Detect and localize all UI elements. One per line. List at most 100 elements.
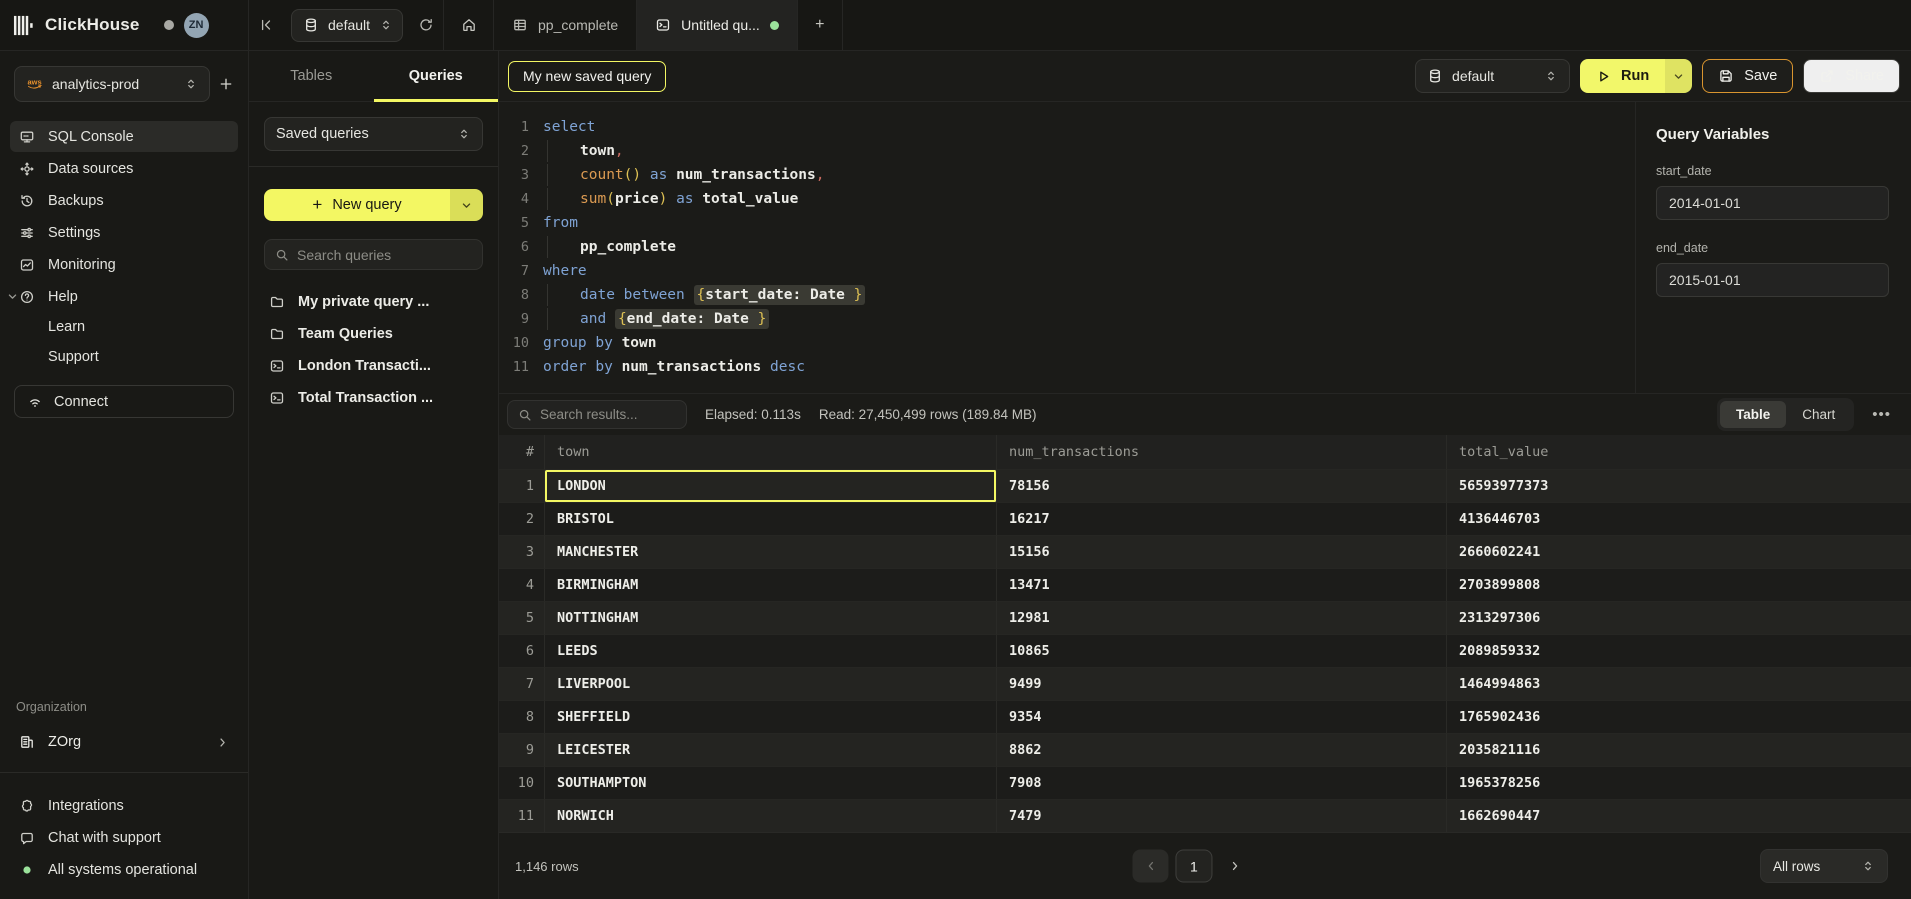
cell-town[interactable]: LEEDS — [545, 635, 997, 668]
cell-town[interactable]: LONDON — [545, 470, 997, 503]
sidebar-item-backups[interactable]: Backups — [10, 185, 238, 216]
saved-query-item[interactable]: London Transacti... — [264, 350, 483, 382]
code-line[interactable]: 4sum(price) as total_value — [499, 187, 1635, 211]
cell-total_value[interactable]: 2089859332 — [1447, 635, 1911, 668]
current-page[interactable]: 1 — [1175, 850, 1212, 883]
cell-town[interactable]: BIRMINGHAM — [545, 569, 997, 602]
code-line[interactable]: 6pp_complete — [499, 235, 1635, 259]
sidebar-subitem-learn[interactable]: Learn — [0, 312, 248, 342]
cell-total_value[interactable]: 4136446703 — [1447, 503, 1911, 536]
cell-num_transactions[interactable]: 78156 — [997, 470, 1447, 503]
cell-town[interactable]: NORWICH — [545, 800, 997, 833]
chevron-down-icon[interactable] — [6, 290, 19, 303]
save-button[interactable]: Save — [1702, 59, 1793, 93]
editor-tab[interactable]: Untitled qu... — [637, 0, 797, 50]
column-header-index[interactable]: # — [499, 435, 545, 470]
code-line[interactable]: 7where — [499, 259, 1635, 283]
saved-query-item[interactable]: Team Queries — [264, 318, 483, 350]
saved-query-tab[interactable]: My new saved query — [508, 61, 666, 92]
connect-button[interactable]: Connect — [14, 385, 234, 418]
view-tab-table[interactable]: Table — [1720, 401, 1786, 428]
sidebar-subitem-support[interactable]: Support — [0, 342, 248, 372]
cell-total_value[interactable]: 1464994863 — [1447, 668, 1911, 701]
cell-total_value[interactable]: 2660602241 — [1447, 536, 1911, 569]
panel-tab-tables[interactable]: Tables — [249, 51, 374, 101]
sql-editor[interactable]: 1select2town,3count() as num_transaction… — [499, 102, 1635, 393]
panel-tab-queries[interactable]: Queries — [374, 51, 499, 101]
cell-town[interactable]: MANCHESTER — [545, 536, 997, 569]
column-header-town[interactable]: town — [545, 435, 997, 470]
code-line[interactable]: 8date between {start_date: Date } — [499, 283, 1635, 307]
sidebar-item-data-sources[interactable]: Data sources — [10, 153, 238, 184]
cell-total_value[interactable]: 1965378256 — [1447, 767, 1911, 800]
results-more-button[interactable]: ••• — [1868, 406, 1895, 423]
search-queries-input[interactable] — [297, 247, 478, 263]
saved-query-item[interactable]: Total Transaction ... — [264, 382, 483, 414]
refresh-button[interactable] — [409, 8, 443, 42]
cell-total_value[interactable]: 2703899808 — [1447, 569, 1911, 602]
column-header-total_value[interactable]: total_value — [1447, 435, 1911, 470]
topbar-database-selector[interactable]: default — [291, 9, 403, 42]
query-variable-chip[interactable]: {end_date: Date } — [615, 309, 769, 329]
cell-total_value[interactable]: 56593977373 — [1447, 470, 1911, 503]
cell-num_transactions[interactable]: 15156 — [997, 536, 1447, 569]
cell-town[interactable]: LIVERPOOL — [545, 668, 997, 701]
cell-town[interactable]: BRISTOL — [545, 503, 997, 536]
cell-num_transactions[interactable]: 7908 — [997, 767, 1447, 800]
home-tab-button[interactable] — [444, 0, 493, 50]
sidebar-item-sql-console[interactable]: SQL Console — [10, 121, 238, 152]
saved-queries-selector[interactable]: Saved queries — [264, 117, 483, 151]
cell-town[interactable]: NOTTINGHAM — [545, 602, 997, 635]
sidebar-item-settings[interactable]: Settings — [10, 217, 238, 248]
cell-num_transactions[interactable]: 10865 — [997, 635, 1447, 668]
query-variable-chip[interactable]: {start_date: Date } — [694, 285, 866, 305]
cell-num_transactions[interactable]: 12981 — [997, 602, 1447, 635]
sidebar-item-monitoring[interactable]: Monitoring — [10, 249, 238, 280]
code-line[interactable]: 3count() as num_transactions, — [499, 163, 1635, 187]
sidebar-footer-integrations[interactable]: Integrations — [0, 791, 248, 821]
start-date-input[interactable] — [1656, 186, 1889, 220]
run-button[interactable]: Run — [1580, 59, 1665, 93]
cell-num_transactions[interactable]: 7479 — [997, 800, 1447, 833]
previous-page-button[interactable] — [1132, 850, 1168, 883]
saved-query-item[interactable]: My private query ... — [264, 286, 483, 318]
collapse-sidebar-button[interactable] — [249, 8, 283, 42]
share-button[interactable]: Share — [1803, 59, 1900, 93]
cell-num_transactions[interactable]: 13471 — [997, 569, 1447, 602]
code-line[interactable]: 2town, — [499, 139, 1635, 163]
code-line[interactable]: 9and {end_date: Date } — [499, 307, 1635, 331]
view-tab-chart[interactable]: Chart — [1786, 401, 1851, 428]
editor-tab[interactable]: pp_complete — [494, 0, 636, 50]
page-size-selector[interactable]: All rows — [1760, 849, 1888, 883]
cell-num_transactions[interactable]: 9354 — [997, 701, 1447, 734]
code-line[interactable]: 5from — [499, 211, 1635, 235]
sidebar-footer-chat-with-support[interactable]: Chat with support — [0, 823, 248, 853]
code-line[interactable]: 11order by num_transactions desc — [499, 355, 1635, 379]
workspace-selector[interactable]: aws analytics-prod — [14, 66, 210, 102]
add-service-button[interactable] — [218, 76, 234, 92]
cell-town[interactable]: LEICESTER — [545, 734, 997, 767]
cell-total_value[interactable]: 1765902436 — [1447, 701, 1911, 734]
cell-total_value[interactable]: 1662690447 — [1447, 800, 1911, 833]
new-query-button[interactable]: + New query — [264, 189, 450, 221]
notification-dot-icon[interactable] — [164, 20, 174, 30]
organization-item[interactable]: ZOrg — [10, 726, 238, 758]
new-tab-button[interactable]: + — [798, 0, 842, 50]
cell-num_transactions[interactable]: 8862 — [997, 734, 1447, 767]
cell-num_transactions[interactable]: 16217 — [997, 503, 1447, 536]
cell-num_transactions[interactable]: 9499 — [997, 668, 1447, 701]
editor-database-selector[interactable]: default — [1415, 59, 1570, 93]
sidebar-footer-all-systems-operational[interactable]: All systems operational — [0, 855, 248, 885]
end-date-input[interactable] — [1656, 263, 1889, 297]
column-header-num_transactions[interactable]: num_transactions — [997, 435, 1447, 470]
cell-total_value[interactable]: 2313297306 — [1447, 602, 1911, 635]
avatar[interactable]: ZN — [184, 13, 209, 38]
run-options-button[interactable] — [1665, 59, 1692, 93]
code-line[interactable]: 10group by town — [499, 331, 1635, 355]
cell-town[interactable]: SOUTHAMPTON — [545, 767, 997, 800]
cell-town[interactable]: SHEFFIELD — [545, 701, 997, 734]
search-results-input[interactable] — [540, 407, 676, 422]
code-line[interactable]: 1select — [499, 115, 1635, 139]
sidebar-item-help[interactable]: Help — [10, 281, 238, 312]
new-query-dropdown-button[interactable] — [450, 189, 483, 221]
